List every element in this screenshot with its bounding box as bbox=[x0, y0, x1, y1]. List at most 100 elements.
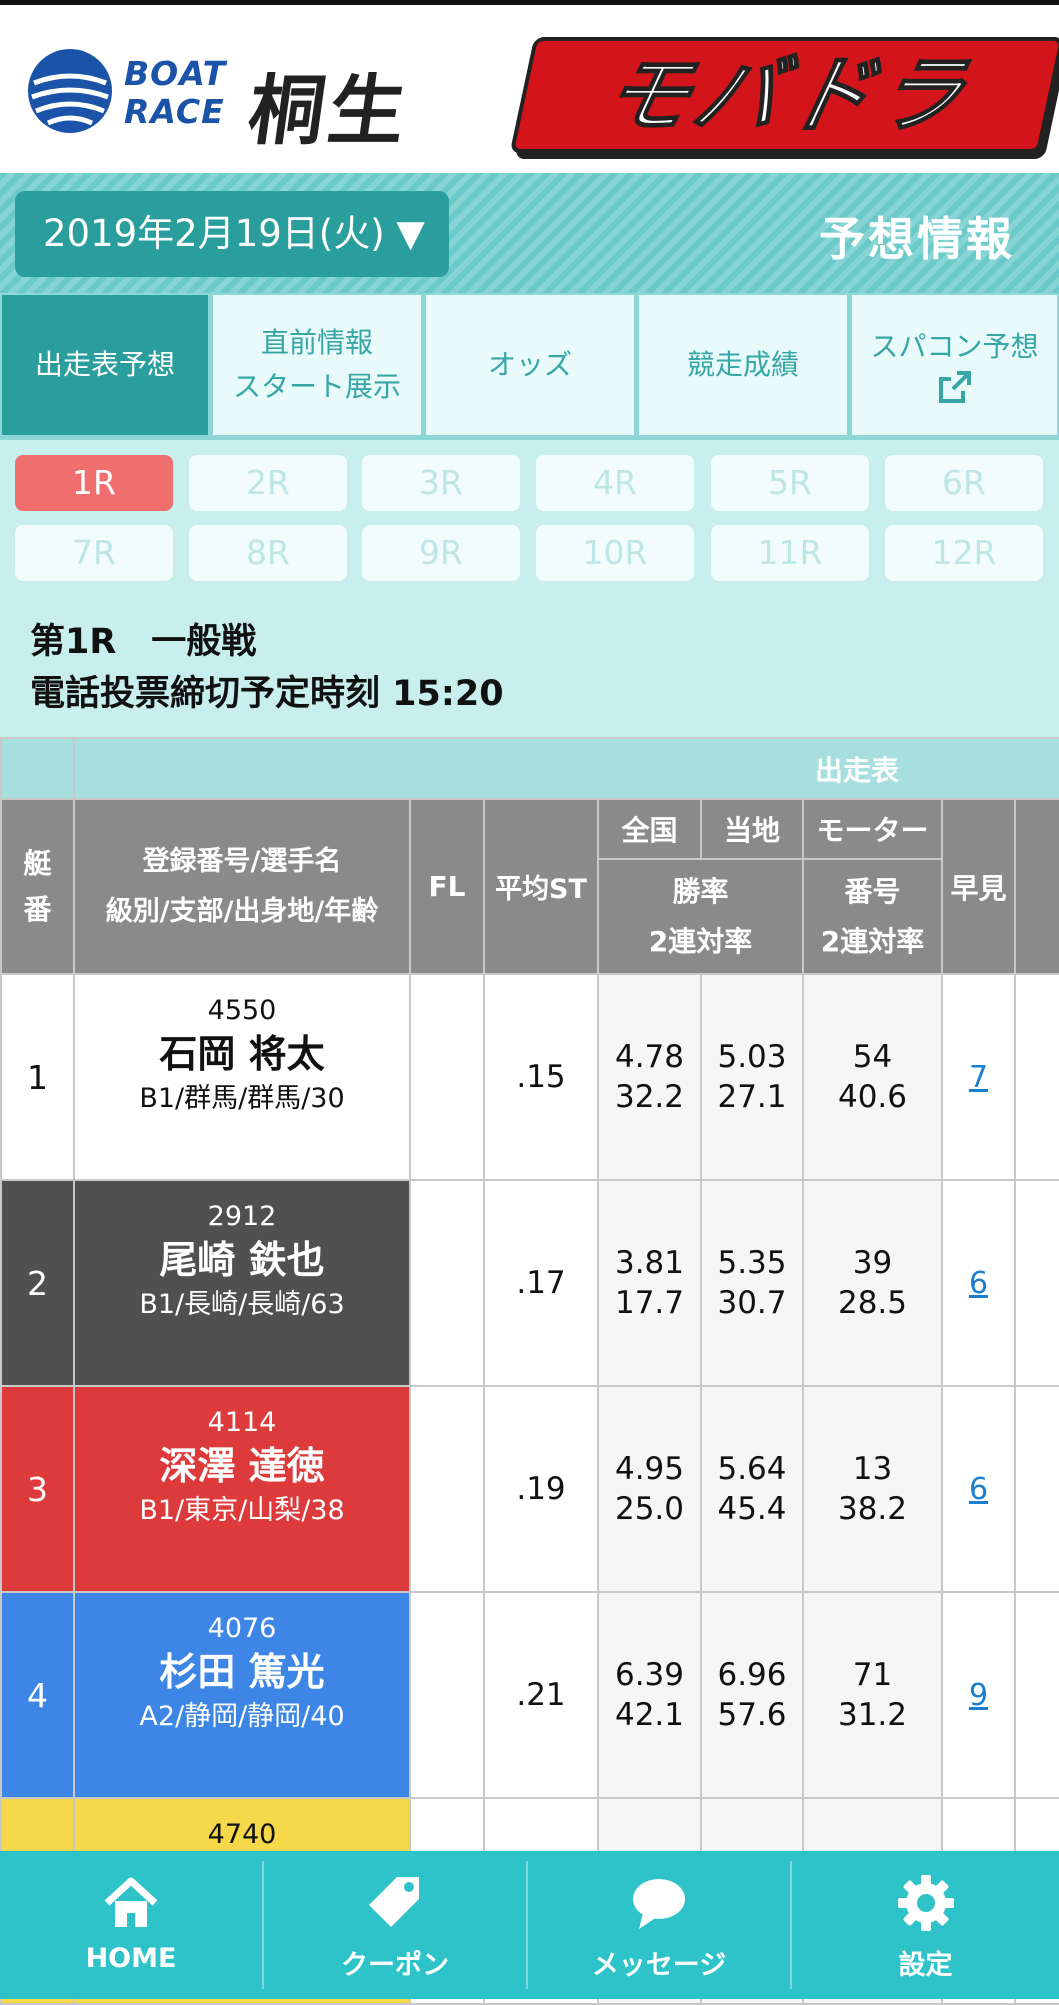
race-button-5[interactable]: 5R bbox=[711, 455, 869, 511]
tag-icon bbox=[369, 1877, 419, 1927]
race-button-11[interactable]: 11R bbox=[711, 525, 869, 581]
race-button-1[interactable]: 1R bbox=[15, 455, 173, 511]
tab-supercomputer-label: スパコン予想 bbox=[870, 330, 1039, 363]
tab-results[interactable]: 競走成績 bbox=[639, 295, 847, 435]
lane-number: 1 bbox=[0, 973, 75, 1181]
header-avg-st: 平均ST bbox=[483, 798, 599, 975]
nav-home[interactable]: HOME bbox=[0, 1851, 262, 1999]
nav-coupon[interactable]: クーポン bbox=[264, 1851, 526, 1999]
racer-name: 尾崎 鉄也 bbox=[159, 1238, 325, 1282]
race-button-8[interactable]: 8R bbox=[189, 525, 347, 581]
nav-settings-label: 設定 bbox=[898, 1950, 953, 1981]
race-selector: 1R 2R 3R 4R 5R 6R 7R 8R 9R 10R 11R 12R bbox=[0, 440, 1059, 595]
racer-cell[interactable]: 4114 深澤 達徳 B1/東京/山梨/38 bbox=[73, 1385, 411, 1593]
extra-cell bbox=[1013, 1179, 1059, 1387]
header-lane: 艇番 bbox=[0, 798, 75, 975]
external-link-icon bbox=[938, 371, 971, 403]
table-caption: 出走表 bbox=[72, 737, 1059, 800]
race-button-12[interactable]: 12R bbox=[885, 525, 1043, 581]
national-stats: 4.95 25.0 bbox=[597, 1385, 702, 1593]
table-row: 2 2912 尾崎 鉄也 B1/長崎/長崎/63 .17 3.81 17.7 5.35 30.7… bbox=[0, 1179, 1059, 1387]
race-button-6[interactable]: 6R bbox=[885, 455, 1043, 511]
fl-cell bbox=[409, 1591, 485, 1799]
motor-quinella-rate: 38.2 bbox=[837, 1491, 908, 1527]
local-quinella-rate: 27.1 bbox=[717, 1079, 787, 1115]
header-local: 当地 bbox=[700, 798, 804, 860]
caption-spacer bbox=[0, 737, 75, 800]
racer-cell[interactable]: 2912 尾崎 鉄也 B1/長崎/長崎/63 bbox=[73, 1179, 411, 1387]
local-win-rate: 5.03 bbox=[717, 1039, 787, 1075]
local-stats: 5.03 27.1 bbox=[700, 973, 804, 1181]
tab-pre-race-label: 直前情報 スタート展示 bbox=[232, 326, 401, 403]
racer-cell[interactable]: 4550 石岡 将太 B1/群馬/群馬/30 bbox=[73, 973, 411, 1181]
race-button-10[interactable]: 10R bbox=[536, 525, 694, 581]
local-stats: 6.96 57.6 bbox=[700, 1591, 804, 1799]
header-extra bbox=[1013, 798, 1059, 975]
section-title: 予想情報 bbox=[819, 212, 1015, 266]
nav-home-label: HOME bbox=[85, 1943, 177, 1974]
lane-number: 3 bbox=[0, 1385, 75, 1593]
racer-cell[interactable]: 4076 杉田 篤光 A2/静岡/静岡/40 bbox=[73, 1591, 411, 1799]
early-link[interactable]: 7 bbox=[969, 1060, 988, 1095]
racer-reg-number: 4740 bbox=[207, 1819, 277, 1850]
header-national: 全国 bbox=[597, 798, 702, 860]
early-link[interactable]: 6 bbox=[969, 1266, 988, 1301]
early-cell: 9 bbox=[941, 1591, 1016, 1799]
app-logo: モバドラ bbox=[509, 37, 1059, 153]
nav-message-label: メッセージ bbox=[591, 1950, 727, 1981]
boatrace-wordmark: BOAT RACE bbox=[124, 54, 227, 131]
bottom-nav: HOME クーポン メッセージ 設定 bbox=[0, 1851, 1059, 1999]
race-button-9[interactable]: 9R bbox=[362, 525, 520, 581]
tab-odds[interactable]: オッズ bbox=[426, 295, 634, 435]
nav-message[interactable]: メッセージ bbox=[528, 1851, 790, 1999]
race-button-7[interactable]: 7R bbox=[15, 525, 173, 581]
race-button-2[interactable]: 2R bbox=[189, 455, 347, 511]
local-win-rate: 5.64 bbox=[717, 1451, 787, 1487]
avg-st: .19 bbox=[483, 1385, 599, 1593]
extra-cell bbox=[1013, 1385, 1059, 1593]
racer-reg-number: 4550 bbox=[207, 995, 277, 1026]
racer-name: 深澤 達徳 bbox=[159, 1444, 325, 1488]
header-fl: FL bbox=[409, 798, 485, 975]
fl-cell bbox=[409, 1179, 485, 1387]
racer-reg-number: 2912 bbox=[207, 1201, 277, 1232]
race-card-table: 出走表 艇番 登録番号/選手名 級別/支部/出身地/年齢 FL 平均ST 全国 … bbox=[0, 737, 1059, 2005]
race-title: 第1R 一般戦 bbox=[30, 622, 257, 662]
motor-quinella-rate: 28.5 bbox=[837, 1285, 908, 1321]
tab-pre-race-info[interactable]: 直前情報 スタート展示 bbox=[213, 295, 421, 435]
race-info: 第1R 一般戦 電話投票締切予定時刻 15:20 bbox=[0, 595, 1059, 737]
early-link[interactable]: 9 bbox=[969, 1678, 988, 1713]
local-win-rate: 6.96 bbox=[717, 1657, 787, 1693]
racer-details: A2/静岡/静岡/40 bbox=[139, 1701, 345, 1732]
local-quinella-rate: 30.7 bbox=[717, 1285, 787, 1321]
lane-number: 2 bbox=[0, 1179, 75, 1387]
avg-st: .21 bbox=[483, 1591, 599, 1799]
motor-number: 39 bbox=[852, 1245, 893, 1281]
date-selector[interactable]: 2019年2月19日(火) ▼ bbox=[15, 191, 449, 277]
national-stats: 3.81 17.7 bbox=[597, 1179, 702, 1387]
date-bar: 2019年2月19日(火) ▼ 予想情報 bbox=[0, 173, 1059, 293]
tab-supercomputer-prediction[interactable]: スパコン予想 bbox=[852, 295, 1057, 435]
early-cell: 6 bbox=[941, 1179, 1016, 1387]
chat-bubble-icon bbox=[633, 1879, 685, 1929]
early-link[interactable]: 6 bbox=[969, 1472, 988, 1507]
gear-icon bbox=[897, 1875, 954, 1931]
motor-stats: 13 38.2 bbox=[802, 1385, 943, 1593]
racer-reg-number: 4114 bbox=[207, 1407, 277, 1438]
race-button-3[interactable]: 3R bbox=[362, 455, 520, 511]
local-win-rate: 5.35 bbox=[717, 1245, 787, 1281]
race-button-4[interactable]: 4R bbox=[536, 455, 694, 511]
tab-bar: 出走表予想 直前情報 スタート展示 オッズ 競走成績 スパコン予想 bbox=[0, 293, 1059, 440]
motor-number: 54 bbox=[852, 1039, 893, 1075]
early-cell: 7 bbox=[941, 973, 1016, 1181]
early-cell: 6 bbox=[941, 1385, 1016, 1593]
racer-name: 石岡 将太 bbox=[159, 1032, 325, 1076]
tab-race-card[interactable]: 出走表予想 bbox=[2, 295, 208, 435]
header-early: 早見 bbox=[941, 798, 1016, 975]
racer-details: B1/群馬/群馬/30 bbox=[139, 1083, 345, 1114]
motor-stats: 54 40.6 bbox=[802, 973, 943, 1181]
motor-number: 71 bbox=[852, 1657, 893, 1693]
local-quinella-rate: 45.4 bbox=[717, 1491, 787, 1527]
nav-settings[interactable]: 設定 bbox=[792, 1851, 1059, 1999]
national-quinella-rate: 42.1 bbox=[614, 1697, 685, 1733]
